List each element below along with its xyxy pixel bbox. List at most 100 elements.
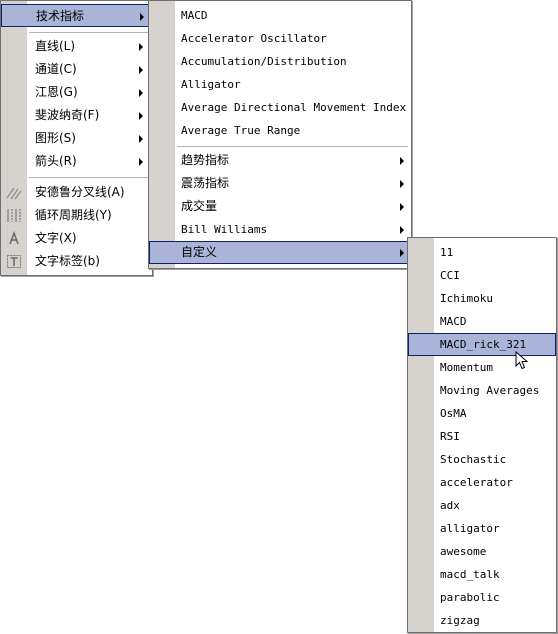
- menu-item-label: CCI: [440, 269, 460, 282]
- menu-item-label: awesome: [440, 545, 487, 558]
- menu-item-atr[interactable]: Average True Range: [149, 119, 411, 142]
- text-icon: [9, 231, 19, 245]
- cycle-lines-icon: [7, 209, 21, 222]
- menu-separator: [29, 32, 149, 33]
- submenu-arrow-icon: [400, 180, 404, 188]
- menu-item-label: macd_talk: [440, 568, 500, 581]
- menu-item-text-label[interactable]: 文字标签(b): [1, 250, 152, 273]
- custom-indicator-item[interactable]: adx: [408, 494, 556, 517]
- menu-item-label: 通道(C): [35, 62, 77, 76]
- menu-item-label: Stochastic: [440, 453, 507, 466]
- menu-item-label: MACD: [440, 315, 467, 328]
- menu-item-label: 江恩(G): [35, 85, 78, 99]
- custom-indicator-item[interactable]: CCI: [408, 264, 556, 287]
- submenu-arrow-icon: [140, 13, 144, 21]
- menu-item-trend-indicators[interactable]: 趋势指标: [149, 149, 411, 172]
- submenu-arrow-icon: [139, 158, 143, 166]
- submenu-arrow-icon: [139, 89, 143, 97]
- menu-item-label: adx: [440, 499, 460, 512]
- menu-separator: [29, 177, 149, 178]
- custom-indicator-item[interactable]: 11: [408, 241, 556, 264]
- menu-item-label: MACD_rick_321: [440, 338, 527, 351]
- menu-item-label: 安德鲁分叉线(A): [35, 185, 125, 199]
- menu-item-volumes[interactable]: 成交量: [149, 195, 411, 218]
- menu-item-gann[interactable]: 江恩(G): [1, 81, 152, 104]
- menu-item-label: Ichimoku: [440, 292, 493, 305]
- custom-indicator-item[interactable]: macd_talk: [408, 563, 556, 586]
- submenu-arrow-icon: [400, 226, 404, 234]
- menu-item-andrews-pitchfork[interactable]: 安德鲁分叉线(A): [1, 181, 152, 204]
- menu-item-label: 11: [440, 246, 454, 259]
- menu-item-lines[interactable]: 直线(L): [1, 35, 152, 58]
- custom-indicator-item[interactable]: OsMA: [408, 402, 556, 425]
- menu-item-label: 斐波纳奇(F): [35, 108, 100, 122]
- menu-item-label: Alligator: [181, 78, 241, 91]
- menu-item-label: OsMA: [440, 407, 467, 420]
- menu-item-label: Moving Averages: [440, 384, 540, 397]
- submenu-arrow-icon: [139, 66, 143, 74]
- submenu-arrow-icon: [400, 249, 404, 257]
- menu-item-indicators[interactable]: 技术指标: [1, 4, 152, 27]
- menu-item-label: parabolic: [440, 591, 500, 604]
- custom-indicator-item[interactable]: awesome: [408, 540, 556, 563]
- custom-indicator-item[interactable]: Moving Averages: [408, 379, 556, 402]
- menu-item-label: 文字标签(b): [35, 254, 100, 268]
- custom-indicator-item[interactable]: Stochastic: [408, 448, 556, 471]
- menu-item-label: 循环周期线(Y): [35, 208, 112, 222]
- menu-item-label: 箭头(R): [35, 154, 77, 168]
- custom-indicator-item[interactable]: zigzag: [408, 609, 556, 632]
- menu-item-label: 趋势指标: [181, 153, 230, 167]
- menu-item-label: Momentum: [440, 361, 493, 374]
- menu-item-text[interactable]: 文字(X): [1, 227, 152, 250]
- menu-item-label: Average True Range: [181, 124, 301, 137]
- menu-item-label: 技术指标: [36, 9, 85, 23]
- mouse-pointer-icon: [515, 351, 529, 370]
- submenu-arrow-icon: [400, 203, 404, 211]
- menu-item-shapes[interactable]: 图形(S): [1, 127, 152, 150]
- submenu-arrow-icon: [139, 112, 143, 120]
- menu-item-cycle-lines[interactable]: 循环周期线(Y): [1, 204, 152, 227]
- menu-separator: [177, 146, 408, 147]
- menu-item-arrows[interactable]: 箭头(R): [1, 150, 152, 173]
- menu-item-label: Accumulation/Distribution: [181, 55, 347, 68]
- menu-item-accumulation-distribution[interactable]: Accumulation/Distribution: [149, 50, 411, 73]
- custom-indicator-item[interactable]: RSI: [408, 425, 556, 448]
- menu-item-label: 直线(L): [35, 39, 76, 53]
- custom-indicator-item[interactable]: MACD: [408, 310, 556, 333]
- menu-item-custom[interactable]: 自定义: [149, 241, 411, 264]
- menu-item-label: MACD: [181, 9, 208, 22]
- menu-item-oscillators[interactable]: 震荡指标: [149, 172, 411, 195]
- menu-item-label: alligator: [440, 522, 500, 535]
- submenu-arrow-icon: [400, 157, 404, 165]
- menu-item-label: Average Directional Movement Index: [181, 101, 407, 114]
- context-menu-main: 技术指标 直线(L) 通道(C) 江恩(G) 斐波纳奇(F) 图形(S) 箭头(…: [0, 0, 153, 276]
- custom-indicator-item[interactable]: parabolic: [408, 586, 556, 609]
- menu-item-label: zigzag: [440, 614, 480, 627]
- menu-item-adx[interactable]: Average Directional Movement Index: [149, 96, 411, 119]
- text-label-icon: [7, 255, 21, 268]
- custom-indicator-item[interactable]: alligator: [408, 517, 556, 540]
- menu-item-bill-williams[interactable]: Bill Williams: [149, 218, 411, 241]
- custom-indicator-item[interactable]: accelerator: [408, 471, 556, 494]
- menu-item-label: accelerator: [440, 476, 513, 489]
- submenu-custom: 11 CCI Ichimoku MACD MACD_rick_321 Momen…: [407, 237, 557, 633]
- menu-item-fibonacci[interactable]: 斐波纳奇(F): [1, 104, 152, 127]
- menu-item-label: 震荡指标: [181, 176, 230, 190]
- menu-item-macd[interactable]: MACD: [149, 4, 411, 27]
- menu-item-alligator[interactable]: Alligator: [149, 73, 411, 96]
- custom-indicator-item[interactable]: Ichimoku: [408, 287, 556, 310]
- custom-indicator-item[interactable]: Momentum: [408, 356, 556, 379]
- custom-indicator-item-selected[interactable]: MACD_rick_321: [408, 333, 556, 356]
- menu-item-label: 成交量: [181, 199, 218, 213]
- menu-item-label: 文字(X): [35, 231, 77, 245]
- menu-item-label: 自定义: [181, 245, 218, 259]
- submenu-indicators: MACD Accelerator Oscillator Accumulation…: [148, 0, 412, 269]
- menu-item-label: 图形(S): [35, 131, 76, 145]
- menu-item-accelerator-oscillator[interactable]: Accelerator Oscillator: [149, 27, 411, 50]
- submenu-arrow-icon: [139, 43, 143, 51]
- submenu-arrow-icon: [139, 135, 143, 143]
- pitchfork-icon: [6, 187, 22, 200]
- menu-item-label: Accelerator Oscillator: [181, 32, 327, 45]
- menu-item-label: Bill Williams: [181, 223, 268, 236]
- menu-item-channels[interactable]: 通道(C): [1, 58, 152, 81]
